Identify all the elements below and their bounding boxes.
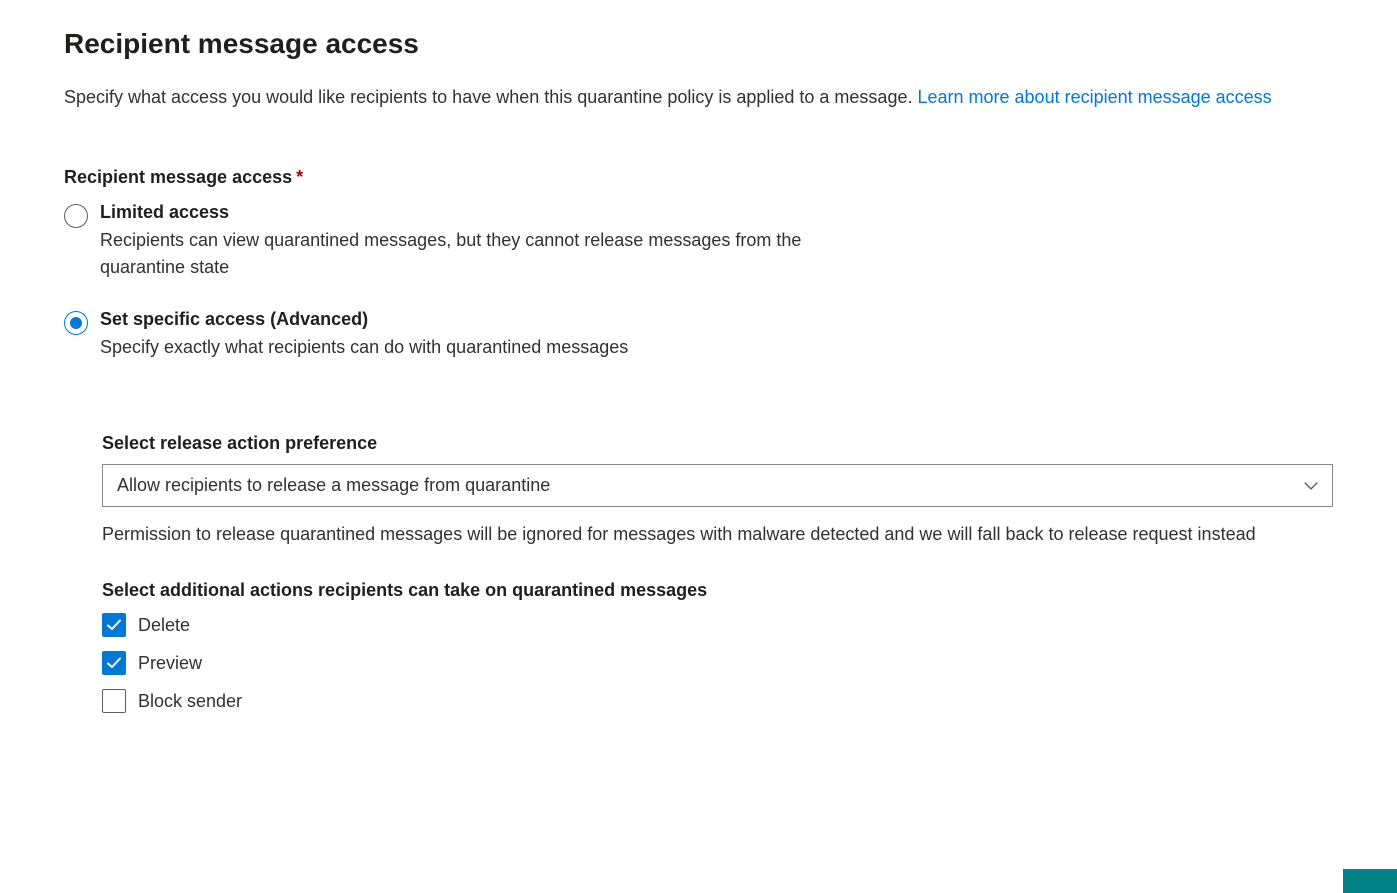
additional-actions-label: Select additional actions recipients can… bbox=[102, 580, 1333, 601]
checkbox-indicator-preview bbox=[102, 651, 126, 675]
check-icon bbox=[106, 617, 122, 633]
checkbox-label-block-sender: Block sender bbox=[138, 691, 242, 712]
release-action-dropdown[interactable]: Allow recipients to release a message fr… bbox=[102, 464, 1333, 507]
radio-indicator-specific bbox=[64, 311, 88, 335]
corner-accent bbox=[1343, 869, 1397, 893]
intro-paragraph: Specify what access you would like recip… bbox=[64, 84, 1333, 111]
checkbox-indicator-delete bbox=[102, 613, 126, 637]
check-icon bbox=[106, 655, 122, 671]
radio-content-specific: Set specific access (Advanced) Specify e… bbox=[100, 309, 1333, 361]
radio-title-limited: Limited access bbox=[100, 202, 1333, 223]
checkbox-option-preview[interactable]: Preview bbox=[102, 651, 1333, 675]
learn-more-link[interactable]: Learn more about recipient message acces… bbox=[917, 87, 1271, 107]
release-action-helper-text: Permission to release quarantined messag… bbox=[102, 521, 1333, 548]
field-label-text: Recipient message access bbox=[64, 167, 292, 187]
release-action-label: Select release action preference bbox=[102, 433, 1333, 454]
radio-desc-specific: Specify exactly what recipients can do w… bbox=[100, 334, 840, 361]
radio-title-specific: Set specific access (Advanced) bbox=[100, 309, 1333, 330]
checkbox-option-block-sender[interactable]: Block sender bbox=[102, 689, 1333, 713]
field-label-recipient-access: Recipient message access* bbox=[64, 167, 1333, 188]
page-title: Recipient message access bbox=[64, 28, 1333, 60]
radio-content-limited: Limited access Recipients can view quara… bbox=[100, 202, 1333, 281]
radio-desc-limited: Recipients can view quarantined messages… bbox=[100, 227, 840, 281]
dropdown-selected-value: Allow recipients to release a message fr… bbox=[117, 475, 550, 496]
required-indicator: * bbox=[296, 167, 303, 187]
chevron-down-icon bbox=[1304, 479, 1318, 493]
access-radio-group: Limited access Recipients can view quara… bbox=[64, 202, 1333, 361]
checkbox-label-preview: Preview bbox=[138, 653, 202, 674]
radio-option-limited-access[interactable]: Limited access Recipients can view quara… bbox=[64, 202, 1333, 281]
radio-indicator-limited bbox=[64, 204, 88, 228]
checkbox-label-delete: Delete bbox=[138, 615, 190, 636]
additional-actions-checkbox-group: Delete Preview Block sender bbox=[102, 613, 1333, 713]
intro-text: Specify what access you would like recip… bbox=[64, 87, 917, 107]
specific-access-subsection: Select release action preference Allow r… bbox=[64, 433, 1333, 713]
checkbox-indicator-block-sender bbox=[102, 689, 126, 713]
radio-option-specific-access[interactable]: Set specific access (Advanced) Specify e… bbox=[64, 309, 1333, 361]
checkbox-option-delete[interactable]: Delete bbox=[102, 613, 1333, 637]
